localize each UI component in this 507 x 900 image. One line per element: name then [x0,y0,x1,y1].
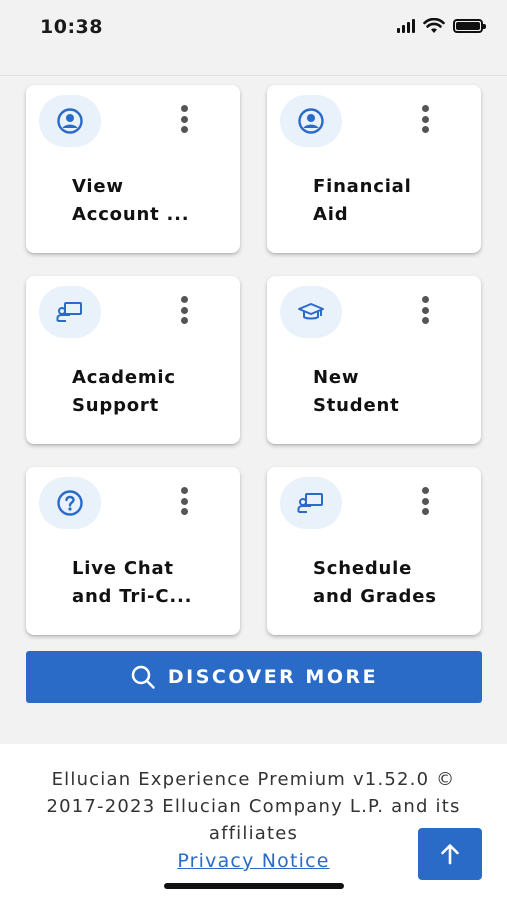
status-icons [397,18,486,34]
graduation-cap-icon [280,286,342,338]
teacher-board-icon [39,286,101,338]
scroll-to-top-button[interactable] [418,828,482,880]
card-view-account[interactable]: View Account ... [26,85,240,253]
more-options-icon[interactable] [413,296,437,324]
card-new-student[interactable]: New Student [267,276,481,444]
wifi-icon [423,18,445,33]
search-icon [131,665,155,689]
help-circle-icon [39,477,101,529]
card-label: New Student [313,367,400,416]
discover-more-label: DISCOVER MORE [167,666,379,688]
more-options-icon[interactable] [413,105,437,133]
more-options-icon[interactable] [413,487,437,515]
more-options-icon[interactable] [172,487,196,515]
cellular-signal-icon [397,19,415,33]
user-circle-icon [39,95,101,147]
card-financial-aid[interactable]: Financial Aid [267,85,481,253]
status-bar: 10:38 [0,0,507,76]
battery-icon [453,19,486,33]
card-label: Academic Support [72,367,176,416]
more-options-icon[interactable] [172,296,196,324]
more-options-icon[interactable] [172,105,196,133]
card-academic-support[interactable]: Academic Support [26,276,240,444]
card-label: Live Chat and Tri-C... [72,558,193,607]
home-indicator [164,883,344,889]
teacher-board-icon [280,477,342,529]
footer-copyright: Ellucian Experience Premium v1.52.0 © 20… [46,769,461,844]
card-label: View Account ... [72,176,190,225]
card-label: Schedule and Grades [313,558,437,607]
status-time: 10:38 [40,16,103,38]
card-label: Financial Aid [313,176,412,225]
user-circle-icon [280,95,342,147]
card-schedule-grades[interactable]: Schedule and Grades [267,467,481,635]
discover-more-button[interactable]: DISCOVER MORE [26,651,482,703]
arrow-up-icon [441,844,459,865]
card-live-chat[interactable]: Live Chat and Tri-C... [26,467,240,635]
